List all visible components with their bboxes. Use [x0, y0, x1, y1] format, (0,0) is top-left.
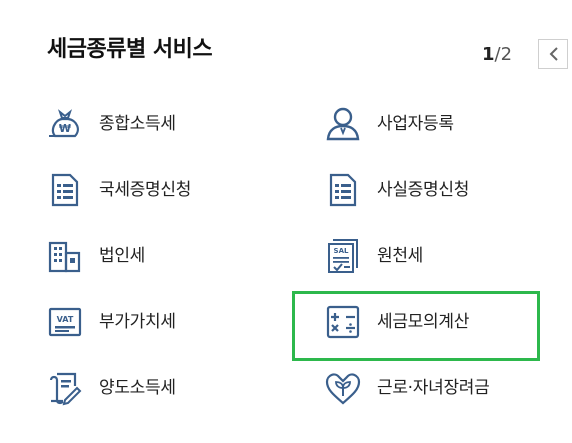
page-indicator: 1/2 — [482, 41, 512, 69]
service-label: 근로·자녀장려금 — [377, 378, 490, 398]
chevron-left-icon — [549, 47, 558, 61]
document-icon — [329, 173, 357, 207]
service-item-withholding-tax[interactable]: SAL 원천세 — [325, 228, 565, 284]
service-grid: ₩ 종합소득세 국세증명신청 법인세 VAT 부가가치세 양도소득세 사업자등록… — [0, 96, 572, 436]
vat-icon: VAT — [48, 307, 82, 337]
section-title: 세금종류별 서비스 — [47, 37, 213, 62]
svg-text:VAT: VAT — [57, 315, 74, 324]
service-item-fact-certificate[interactable]: 사실증명신청 — [325, 162, 565, 218]
service-label: 사업자등록 — [377, 114, 454, 134]
document-pen-icon — [49, 372, 82, 406]
previous-page-button[interactable] — [538, 39, 568, 69]
service-label: 법인세 — [99, 246, 146, 266]
service-label: 종합소득세 — [99, 114, 176, 134]
person-icon — [326, 107, 360, 141]
heart-sprout-icon — [325, 373, 361, 405]
service-item-tax-certificate[interactable]: 국세증명신청 — [47, 162, 287, 218]
service-item-income-tax[interactable]: ₩ 종합소득세 — [47, 96, 287, 152]
service-item-earned-income-credit[interactable]: 근로·자녀장려금 — [325, 360, 565, 416]
current-page: 1 — [482, 44, 495, 65]
service-label: 양도소득세 — [99, 378, 176, 398]
calculator-icon — [326, 305, 360, 339]
service-item-tax-simulation[interactable]: 세금모의계산 — [325, 294, 565, 350]
service-item-vat[interactable]: VAT 부가가치세 — [47, 294, 287, 350]
document-icon — [51, 173, 79, 207]
service-item-corporate-tax[interactable]: 법인세 — [47, 228, 287, 284]
salary-slip-icon: SAL — [328, 239, 358, 273]
service-item-business-registration[interactable]: 사업자등록 — [325, 96, 565, 152]
svg-text:SAL: SAL — [334, 247, 349, 255]
service-label: 원천세 — [377, 246, 424, 266]
section-header: 세금종류별 서비스 1/2 — [0, 0, 572, 96]
service-label: 사실증명신청 — [377, 180, 470, 200]
service-label: 국세증명신청 — [99, 180, 192, 200]
total-pages: 2 — [500, 44, 513, 65]
service-label: 세금모의계산 — [377, 312, 470, 332]
service-item-capital-gains-tax[interactable]: 양도소득세 — [47, 360, 287, 416]
money-bag-icon: ₩ — [49, 109, 79, 138]
service-label: 부가가치세 — [99, 312, 176, 332]
svg-text:₩: ₩ — [59, 122, 71, 135]
building-icon — [48, 241, 81, 273]
